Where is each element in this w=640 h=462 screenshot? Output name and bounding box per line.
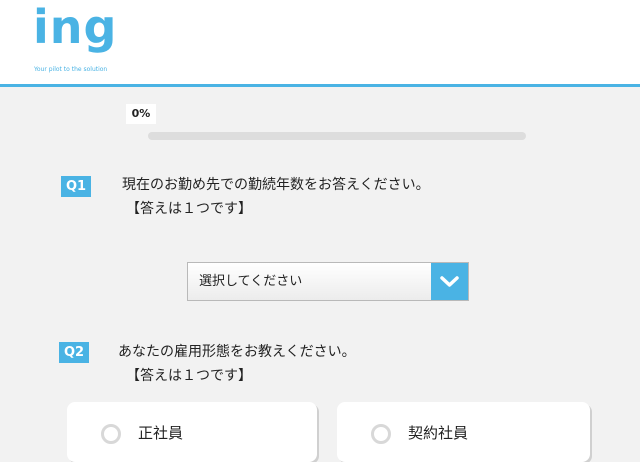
logo[interactable]: ing	[33, 4, 117, 50]
question-2-text: あなたの雇用形態をお教えください。	[118, 344, 356, 360]
years-of-service-select[interactable]: 選択してください	[187, 262, 469, 301]
option-label: 正社員	[138, 424, 184, 442]
employment-option-contract[interactable]: 契約社員	[337, 402, 590, 462]
logo-tagline: Your pilot to the solution	[34, 66, 108, 73]
question-1-text: 現在のお勤め先での勤続年数をお答えください。	[122, 177, 430, 193]
select-value: 選択してください	[199, 274, 303, 289]
option-label: 契約社員	[408, 424, 469, 442]
chevron-down-icon[interactable]	[431, 263, 468, 300]
site-header: ing Your pilot to the solution	[0, 0, 640, 87]
radio-button[interactable]	[371, 424, 391, 444]
chevron-down-icon-glyph	[440, 276, 459, 287]
progress-percent: 0%	[126, 104, 156, 124]
question-1-note: 【答えは１つです】	[126, 201, 252, 217]
employment-option-fulltime[interactable]: 正社員	[67, 402, 317, 462]
radio-button[interactable]	[101, 424, 121, 444]
question-1-badge: Q1	[61, 176, 91, 197]
question-2-note: 【答えは１つです】	[126, 368, 252, 384]
progress-bar	[148, 132, 526, 140]
question-2-badge: Q2	[59, 342, 89, 363]
